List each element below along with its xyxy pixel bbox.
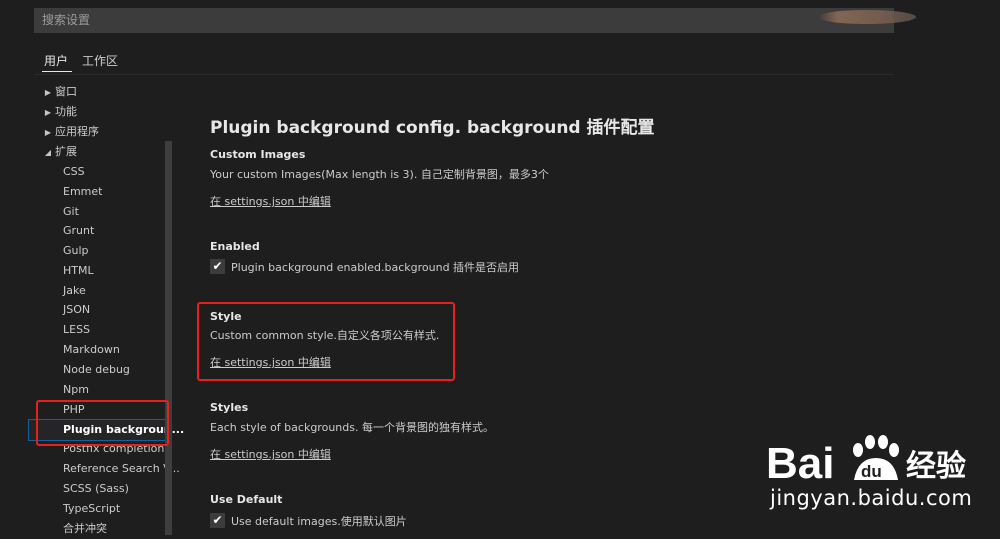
- tab-workspace[interactable]: 工作区: [82, 52, 118, 69]
- tab-user[interactable]: 用户: [44, 52, 68, 69]
- baidu-logo: Bai du 经验: [766, 435, 966, 488]
- baidu-jingyan-watermark: Bai du 经验 jingyan.baidu.com: [766, 428, 998, 524]
- watermark-url: jingyan.baidu.com: [770, 486, 973, 510]
- settings-scope-tabs: 用户 工作区: [34, 40, 894, 74]
- checkbox-label: Use default images.使用默认图片: [231, 514, 407, 528]
- logo-text-du: du: [861, 462, 882, 481]
- tree-item-scss[interactable]: SCSS (Sass): [63, 479, 129, 499]
- search-settings-input[interactable]: 搜索设置: [34, 8, 894, 33]
- active-tab-indicator: [42, 71, 72, 72]
- setting-title-styles: Styles: [210, 401, 249, 414]
- chevron-right-icon: ▶: [44, 128, 52, 137]
- tree-item-json[interactable]: JSON: [63, 300, 90, 320]
- chevron-right-icon: ▶: [44, 88, 52, 97]
- tree-item-window[interactable]: ▶ 窗口: [41, 82, 77, 102]
- tree-item-emmet[interactable]: Emmet: [63, 182, 102, 202]
- tabs-divider: [34, 74, 894, 75]
- tree-item-gulp[interactable]: Gulp: [63, 241, 89, 261]
- setting-desc-styles: Each style of backgrounds. 每一个背景图的独有样式。: [210, 421, 494, 434]
- checkbox-label: Plugin background enabled.background 插件是…: [231, 260, 520, 274]
- setting-title-custom-images: Custom Images: [210, 148, 306, 161]
- section-title: Plugin background config. background 插件配…: [210, 118, 655, 138]
- checkmark-icon[interactable]: ✔: [210, 259, 225, 274]
- setting-desc-custom-images: Your custom Images(Max length is 3). 自己定…: [210, 168, 549, 181]
- tree-item-css[interactable]: CSS: [63, 162, 85, 182]
- chevron-down-icon: ◢: [44, 148, 52, 157]
- tree-item-merge-conflict[interactable]: 合并冲突: [63, 519, 107, 539]
- logo-text-jingyan: 经验: [906, 449, 966, 484]
- annotation-box-style: [197, 302, 455, 381]
- edit-in-settings-json-link[interactable]: 在 settings.json 中编辑: [210, 193, 331, 209]
- edit-in-settings-json-link[interactable]: 在 settings.json 中编辑: [210, 446, 331, 462]
- setting-checkbox-use-default[interactable]: ✔ Use default images.使用默认图片: [210, 510, 407, 528]
- tree-item-extensions[interactable]: ◢ 扩展: [41, 142, 77, 162]
- tree-item-less[interactable]: LESS: [63, 320, 90, 340]
- tree-item-reference-search[interactable]: Reference Search V...: [63, 459, 180, 479]
- tree-item-npm[interactable]: Npm: [63, 380, 89, 400]
- setting-title-use-default: Use Default: [210, 493, 283, 506]
- setting-title-enabled: Enabled: [210, 240, 260, 253]
- tree-scrollbar[interactable]: [165, 141, 172, 535]
- tree-item-application[interactable]: ▶ 应用程序: [41, 122, 99, 142]
- tree-item-typescript[interactable]: TypeScript: [63, 499, 120, 519]
- tree-item-node-debug[interactable]: Node debug: [63, 360, 130, 380]
- checkmark-icon[interactable]: ✔: [210, 513, 225, 528]
- tree-item-markdown[interactable]: Markdown: [63, 340, 120, 360]
- tree-item-jake[interactable]: Jake: [63, 281, 86, 301]
- chevron-right-icon: ▶: [44, 108, 52, 117]
- logo-text-bai: Bai: [766, 439, 834, 488]
- tree-item-git[interactable]: Git: [63, 202, 79, 222]
- decorative-brush-stroke: [818, 10, 916, 24]
- tree-item-features[interactable]: ▶ 功能: [41, 102, 77, 122]
- setting-checkbox-enabled[interactable]: ✔ Plugin background enabled.background 插件…: [210, 256, 520, 274]
- annotation-box-tree: [36, 400, 169, 446]
- tree-item-html[interactable]: HTML: [63, 261, 94, 281]
- tree-item-grunt[interactable]: Grunt: [63, 221, 94, 241]
